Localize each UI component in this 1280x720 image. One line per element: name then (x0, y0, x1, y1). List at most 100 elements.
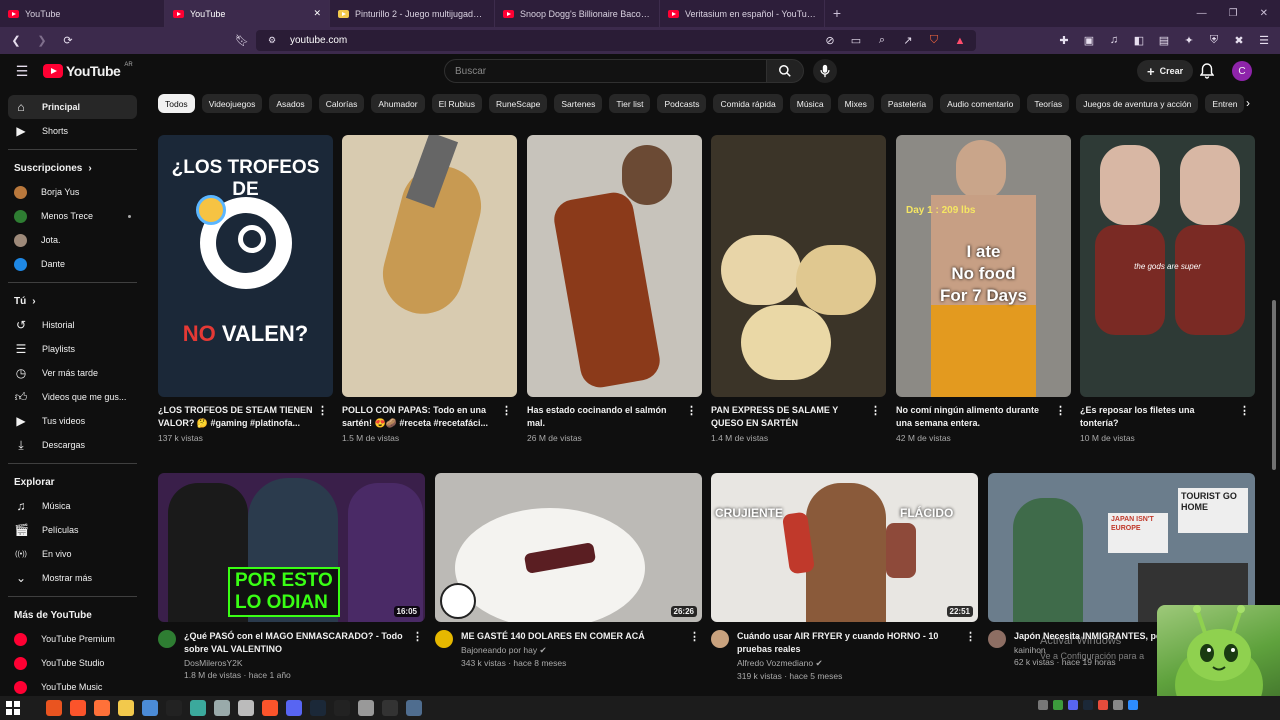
tray-icon[interactable] (1053, 700, 1063, 710)
media-icon[interactable]: ♫ (1106, 32, 1122, 48)
filter-chip[interactable]: Comida rápida (713, 94, 783, 113)
video-card[interactable]: 26:26 ME GASTÉ 140 DOLARES EN COMER ACÁ Ba… (435, 473, 702, 668)
sidebar-item-borja-yus[interactable]: Borja Yus (8, 180, 137, 204)
filter-chip[interactable]: Entren (1205, 94, 1245, 113)
sidebar-item-música[interactable]: ♫ Música (8, 494, 137, 518)
cast-icon[interactable]: ▭ (848, 33, 864, 49)
short-card[interactable]: ¿LOS TROFEOS DE NO VALEN? ¿LOS TROFEOS DE … (158, 135, 333, 443)
sidebar-item-principal[interactable]: ⌂ Principal (8, 95, 137, 119)
tray-icon[interactable] (1083, 700, 1093, 710)
new-tab-button[interactable]: + (825, 5, 849, 21)
video-thumbnail[interactable]: 26:26 (435, 473, 702, 622)
video-title[interactable]: Cuándo usar AIR FRYER y cuando HORNO - 1… (737, 630, 978, 656)
sidebar-item-historial[interactable]: ↺ Historial (8, 313, 137, 337)
channel-avatar[interactable] (435, 630, 453, 648)
short-title[interactable]: POLLO CON PAPAS: Todo en una sartén! 😍🥔 … (342, 404, 517, 430)
taskbar-app-icon[interactable] (358, 700, 374, 716)
you-heading[interactable]: Tú › (8, 289, 137, 313)
sidebar-item-películas[interactable]: 🎬︎ Películas (8, 518, 137, 542)
eye-off-icon[interactable]: ⊘ (822, 33, 838, 49)
taskbar-app-icon[interactable] (70, 700, 86, 716)
filter-chip[interactable]: Videojuegos (201, 94, 263, 113)
bookmark-icon[interactable]: 🔖︎ (234, 33, 250, 49)
short-card[interactable]: Has estado cocinando el salmón mal. 26 M … (527, 135, 702, 443)
filter-chip[interactable]: Mixes (837, 94, 874, 113)
sidebar-item-dante[interactable]: Dante (8, 252, 137, 276)
browser-tab[interactable]: YouTube (0, 0, 165, 27)
taskbar-app-icon[interactable] (238, 700, 254, 716)
search-button[interactable] (766, 59, 804, 83)
browser-tab[interactable]: Pinturillo 2 - Juego multijugador onli (330, 0, 495, 27)
short-card[interactable]: the gods are super ¿Es reposar los filete… (1080, 135, 1255, 443)
sidebar-item-youtube-premium[interactable]: YouTube Premium (8, 627, 137, 651)
sidebar-toggle-icon[interactable]: ◧ (1131, 32, 1147, 48)
shields-icon[interactable]: ⛉ (926, 33, 942, 49)
sidebar-item-ver-más-tarde[interactable]: ◷ Ver más tarde (8, 361, 137, 385)
more-options-icon[interactable]: ⋮ (412, 630, 423, 643)
reload-icon[interactable]: ⟳ (60, 33, 76, 49)
short-thumbnail[interactable]: the gods are super (1080, 135, 1255, 397)
taskbar-app-icon[interactable] (382, 700, 398, 716)
notifications-button[interactable] (1200, 63, 1214, 79)
sidebar-item-shorts[interactable]: ▶ Shorts (8, 119, 137, 143)
tray-icon[interactable] (1068, 700, 1078, 710)
share-icon[interactable]: ↗ (900, 33, 916, 49)
filter-chip[interactable]: Calorías (318, 94, 365, 113)
youtube-logo[interactable]: YouTube AR (43, 62, 133, 79)
video-thumbnail[interactable]: JAPAN ISN'T EUROPE TOURIST GO HOME (988, 473, 1255, 622)
short-title[interactable]: ¿LOS TROFEOS DE STEAM TIENEN VALOR? 🤔 #g… (158, 404, 333, 430)
short-title[interactable]: ¿Es reposar los filetes una tontería? (1080, 404, 1255, 430)
more-options-icon[interactable]: ⋮ (870, 404, 881, 417)
more-options-icon[interactable]: ⋮ (965, 630, 976, 643)
channel-avatar[interactable] (711, 630, 729, 648)
filter-chip[interactable]: Asados (269, 94, 312, 113)
sidebar-item-mostrar-más[interactable]: ⌄ Mostrar más (8, 566, 137, 590)
taskbar-app-icon[interactable] (142, 700, 158, 716)
short-card[interactable]: POLLO CON PAPAS: Todo en una sartén! 😍🥔 … (342, 135, 517, 443)
forward-icon[interactable]: ❯ (34, 33, 50, 49)
filter-chip[interactable]: Audio comentario (940, 94, 1021, 113)
close-tab-icon[interactable]: ✕ (313, 8, 321, 19)
filter-chip[interactable]: El Rubius (431, 94, 482, 113)
more-options-icon[interactable]: ⋮ (1055, 404, 1066, 417)
filter-chip[interactable]: Pastelería (880, 94, 934, 113)
tray-icon[interactable] (1098, 700, 1108, 710)
filter-chip[interactable]: Sartenes (554, 94, 603, 113)
tray-icon[interactable] (1128, 700, 1138, 710)
taskbar-app-icon[interactable] (166, 700, 182, 716)
taskbar-app-icon[interactable] (310, 700, 326, 716)
brave-menu-icon[interactable]: ✖ (1231, 32, 1247, 48)
search-input[interactable]: Buscar (444, 59, 768, 83)
taskbar-app-icon[interactable] (334, 700, 350, 716)
browser-tab[interactable]: Snoop Dogg's Billionaire Bacon - Yo (495, 0, 660, 27)
chips-next-icon[interactable]: › (1246, 96, 1250, 110)
sidebar-item-descargas[interactable]: ⤓ Descargas (8, 433, 137, 457)
tray-icon[interactable] (1113, 700, 1123, 710)
channel-avatar[interactable] (158, 630, 176, 648)
video-title[interactable]: ¿Qué PASÓ con el MAGO ENMASCARADO? - Tod… (184, 630, 425, 656)
back-icon[interactable]: ❮ (8, 33, 24, 49)
tray-icon[interactable] (1038, 700, 1048, 710)
channel-name[interactable]: DosMilerosY2K (184, 658, 425, 668)
close-window-icon[interactable]: ✕ (1260, 8, 1268, 19)
filter-chip[interactable]: RuneScape (488, 94, 548, 113)
sidebar-item-videos-que-me-gus[interactable]: 👍︎ Videos que me gus... (8, 385, 137, 409)
leo-icon[interactable]: ✦ (1181, 32, 1197, 48)
filter-chip[interactable]: Todos (158, 94, 195, 113)
site-info-icon[interactable]: ⚙ (264, 33, 280, 49)
video-thumbnail[interactable]: POR ESTO LO ODIAN 16:05 (158, 473, 425, 622)
subscriptions-heading[interactable]: Suscripciones › (8, 156, 137, 180)
zoom-icon[interactable]: ⌕ (874, 33, 890, 49)
taskbar-app-icon[interactable] (190, 700, 206, 716)
create-button[interactable]: + Crear (1137, 60, 1194, 82)
channel-name[interactable]: Bajoneando por hay ✔ (461, 645, 661, 656)
sidebar-item-jota[interactable]: Jota. (8, 228, 137, 252)
short-title[interactable]: PAN EXPRESS DE SALAME Y QUESO EN SARTÉN (711, 404, 886, 430)
voice-search-button[interactable] (813, 59, 837, 83)
filter-chip[interactable]: Juegos de aventura y acción (1076, 94, 1199, 113)
restore-icon[interactable]: ❐ (1229, 8, 1238, 19)
short-title[interactable]: No comí ningún alimento durante una sema… (896, 404, 1071, 430)
channel-avatar[interactable] (988, 630, 1006, 648)
video-title[interactable]: ME GASTÉ 140 DOLARES EN COMER ACÁ (461, 630, 661, 643)
filter-chip[interactable]: Música (789, 94, 831, 113)
